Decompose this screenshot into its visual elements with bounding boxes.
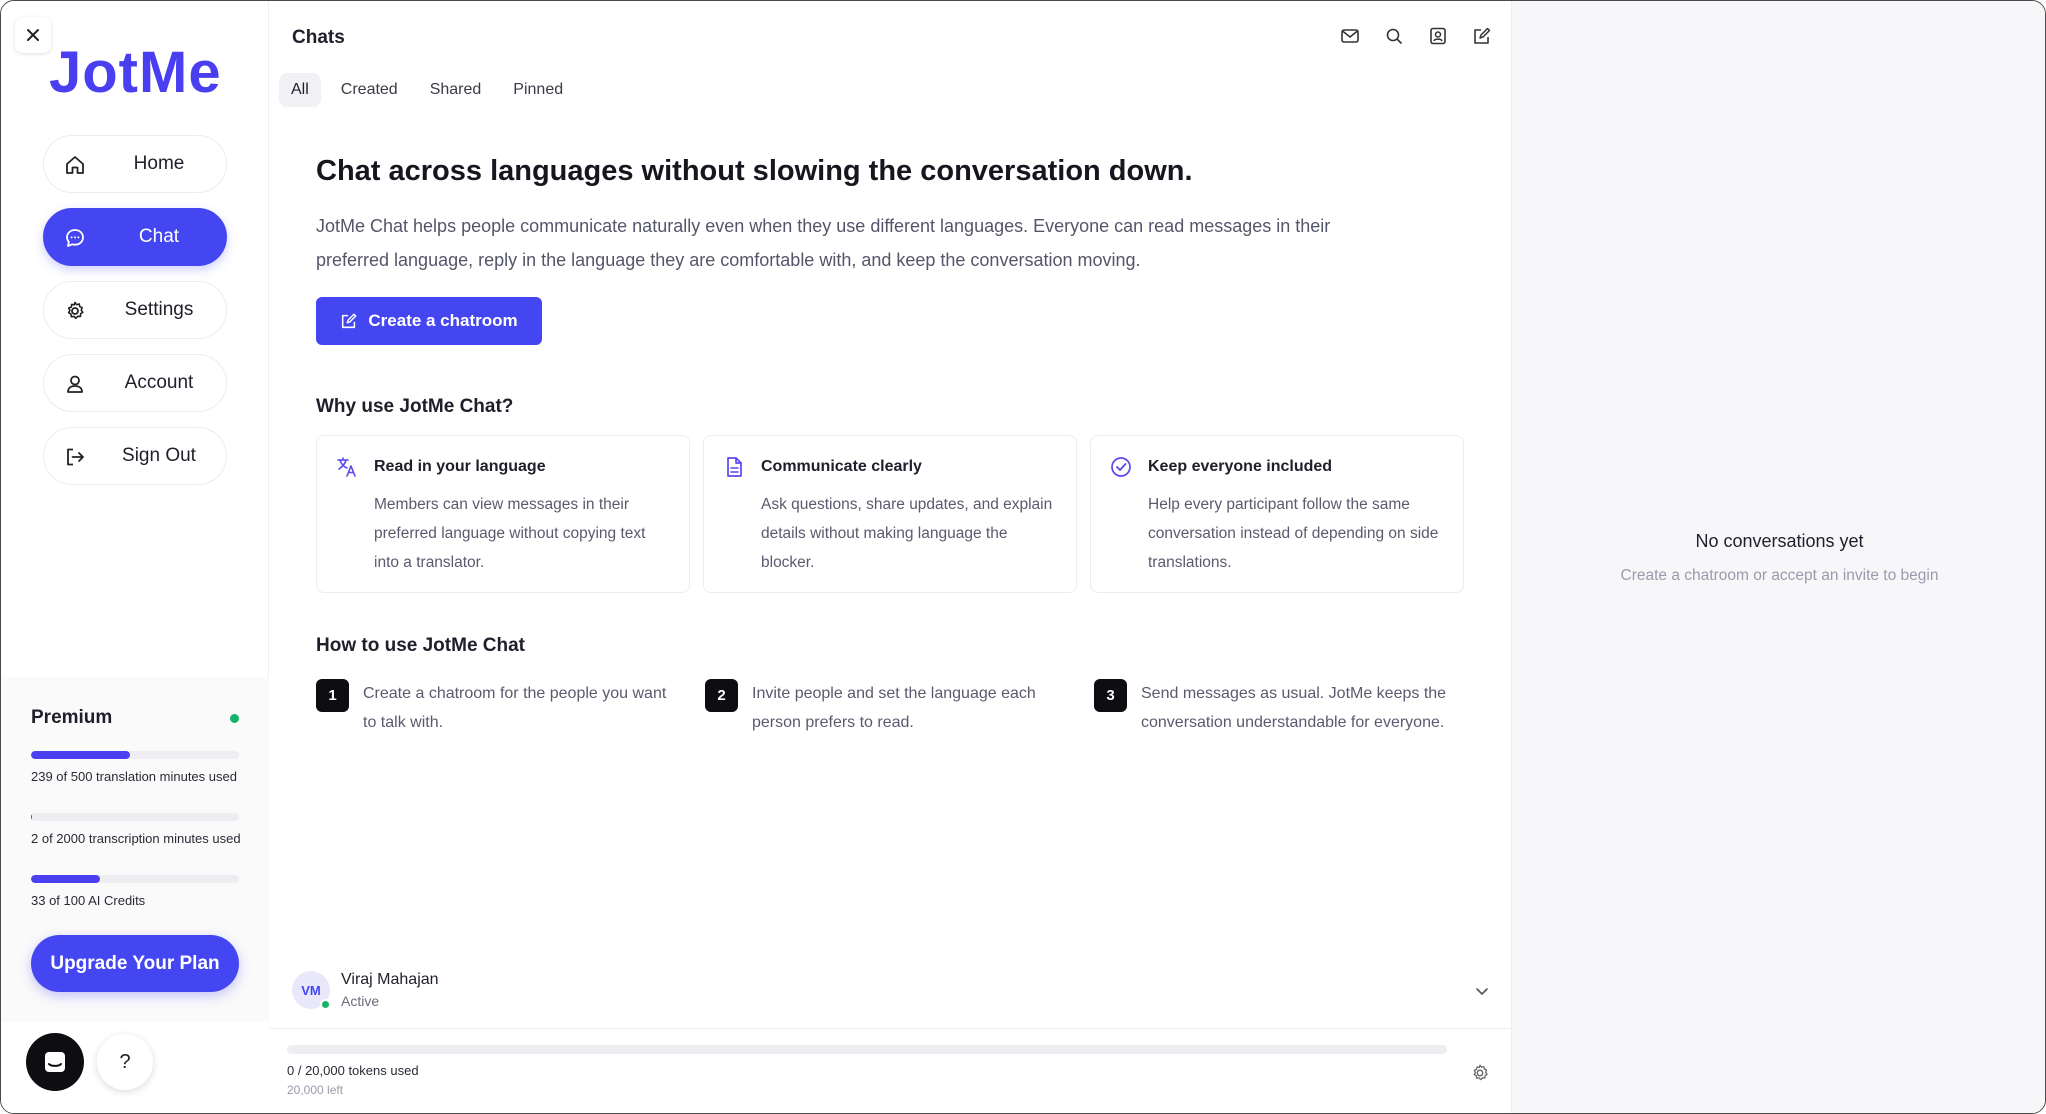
card-text: Ask questions, share updates, and explai… [761,496,1053,571]
hero-title: Chat across languages without slowing th… [316,155,1193,187]
chevron-down-icon [1476,988,1488,995]
chats-main: Chats All Created Shared Pinned Chat acr… [269,1,1512,1113]
feature-card-read: Read in your language Members can view m… [316,435,690,593]
card-text: Members can view messages in their prefe… [374,496,646,571]
transcription-usage-text: 2 of 2000 transcription minutes used [31,831,241,846]
feature-card-included: Keep everyone included Help every partic… [1090,435,1464,593]
hero-description: JotMe Chat helps people communicate natu… [316,216,1331,270]
tab-shared[interactable]: Shared [418,73,494,107]
feature-card-communicate: Communicate clearly Ask questions, share… [703,435,1077,593]
sidebar-item-home[interactable]: Home [43,135,227,193]
chat-widget-icon [45,1052,65,1072]
edit-icon [342,313,357,329]
plan-usage-panel: Premium 239 of 500 translation minutes u… [1,677,269,1022]
app-logo: JotMe [49,40,222,105]
token-usage-bar [287,1045,1447,1054]
chat-bubble-icon [66,229,84,247]
gear-icon[interactable] [1470,1063,1490,1083]
conversation-panel: No conversations yet Create a chatroom o… [1512,1,2045,1113]
step-number: 1 [316,679,349,712]
mail-icon [1341,29,1359,43]
home-icon [66,156,84,174]
user-switcher[interactable]: VM Viraj Mahajan Active [269,961,1512,1029]
create-chatroom-button[interactable]: Create a chatroom [316,297,542,345]
chat-filter-tabs: All Created Shared Pinned [279,73,575,107]
close-sidebar-button[interactable] [15,17,51,53]
token-used-text: 0 / 20,000 tokens used [287,1063,419,1078]
tab-all[interactable]: All [279,73,321,107]
check-circle-icon [1111,457,1131,477]
ai-credits-usage-bar [31,875,239,883]
card-title: Keep everyone included [1148,458,1333,475]
tab-created[interactable]: Created [329,73,410,107]
search-button[interactable] [1383,25,1405,47]
translate-icon [337,457,356,477]
sidebar-item-label: Account [124,372,194,393]
card-title: Communicate clearly [761,458,922,475]
compose-button[interactable] [1471,25,1493,47]
step-number: 3 [1094,679,1127,712]
sidebar: JotMe Home Chat Settings Account Sign Ou… [1,1,269,1113]
sidebar-item-account[interactable]: Account [43,354,227,412]
ai-credits-usage-text: 33 of 100 AI Credits [31,893,146,908]
support-chat-button[interactable] [26,1033,84,1091]
online-status-dot [320,999,331,1010]
gear-icon [67,301,84,320]
sidebar-item-label: Chat [138,226,180,247]
upgrade-plan-button[interactable]: Upgrade Your Plan [31,935,239,992]
app-window: JotMe Home Chat Settings Account Sign Ou… [0,0,2046,1114]
token-left-text: 20,000 left [287,1083,344,1097]
sidebar-item-sign-out[interactable]: Sign Out [43,427,227,485]
sidebar-item-label: Home [133,153,185,174]
step-text: Create a chatroom for the people you wan… [363,685,667,731]
usage-fill [31,751,131,759]
card-text: Help every participant follow the same c… [1148,496,1439,571]
document-icon [727,457,742,477]
step-text: Send messages as usual. JotMe keeps the … [1141,685,1447,731]
transcription-usage-bar [31,813,239,821]
empty-state-subtitle: Create a chatroom or accept an invite to… [1620,567,1939,584]
tab-pinned[interactable]: Pinned [501,73,575,107]
translation-usage-bar [31,751,239,759]
translation-usage-text: 239 of 500 translation minutes used [31,769,237,784]
user-status: Active [341,993,380,1009]
sidebar-item-label: Sign Out [122,445,196,466]
how-section-title: How to use JotMe Chat [316,635,526,656]
contacts-button[interactable] [1427,25,1449,47]
close-icon [27,29,39,41]
plan-title: Premium [31,707,113,728]
mail-button[interactable] [1339,25,1361,47]
step-text: Invite people and set the language each … [752,685,1036,731]
contact-icon [1430,27,1446,45]
create-chatroom-label: Create a chatroom [368,311,518,330]
usage-fill [31,875,100,883]
sidebar-item-label: Settings [124,299,194,320]
sidebar-item-settings[interactable]: Settings [43,281,227,339]
why-section-title: Why use JotMe Chat? [316,396,514,417]
card-title: Read in your language [374,458,546,475]
search-icon [1386,28,1402,44]
step-number: 2 [705,679,738,712]
empty-state-title: No conversations yet [1695,531,1864,551]
sidebar-item-chat[interactable]: Chat [43,208,227,266]
toolbar [1339,25,1493,47]
plan-status-dot [230,714,239,723]
token-usage: 0 / 20,000 tokens used 20,000 left [269,1031,1512,1113]
help-button[interactable]: ? [97,1034,153,1090]
user-icon [67,375,83,393]
compose-icon [1474,27,1491,44]
sign-out-icon [67,448,84,466]
user-name: Viraj Mahajan [341,971,439,988]
page-title: Chats [292,27,345,48]
